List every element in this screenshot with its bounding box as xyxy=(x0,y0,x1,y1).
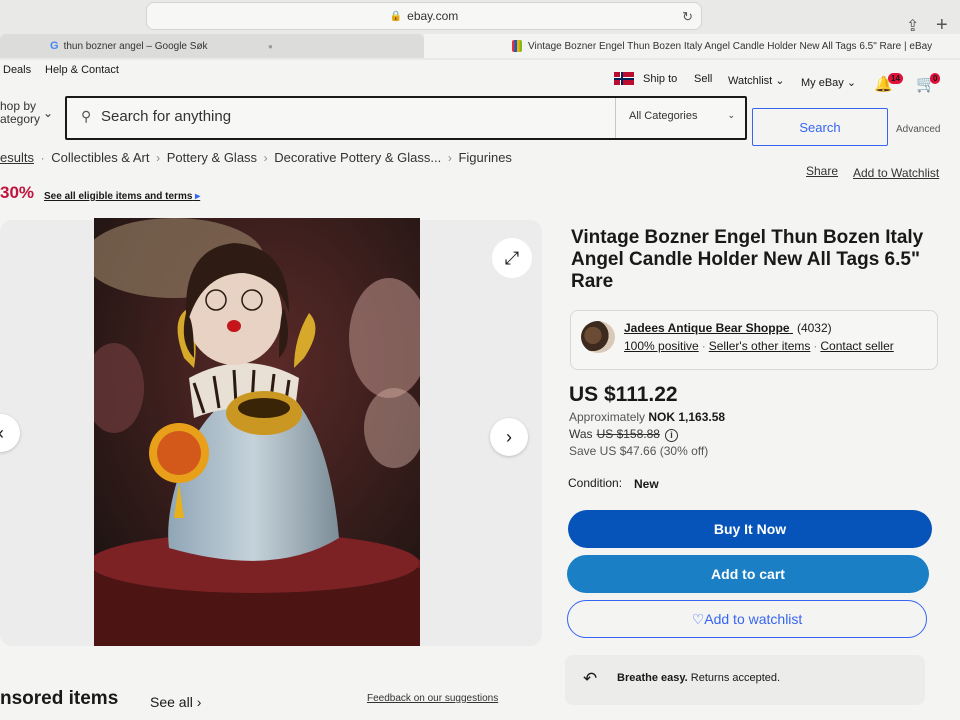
shop-by-label-2: ategory xyxy=(0,112,41,126)
ebay-favicon-icon xyxy=(512,40,522,52)
seller-name-link[interactable]: Jadees Antique Bear Shoppe xyxy=(624,321,790,335)
was-label: Was xyxy=(569,427,593,441)
google-icon: G xyxy=(50,40,59,52)
my-ebay-label: My eBay xyxy=(801,77,844,89)
tab-close-icon[interactable]: ● xyxy=(268,42,273,51)
add-to-cart-button[interactable]: Add to cart xyxy=(567,555,929,593)
tab-ebay[interactable]: Vintage Bozner Engel Thun Bozen Italy An… xyxy=(424,34,960,58)
lock-icon: 🔒 xyxy=(389,10,403,22)
contact-seller-link[interactable]: Contact seller xyxy=(820,339,893,353)
address-bar[interactable]: 🔒 ebay.com ↻ xyxy=(146,2,702,30)
seller-feedback-count: (4032) xyxy=(796,321,832,335)
breadcrumb-item[interactable]: Pottery & Glass xyxy=(167,150,257,165)
breadcrumb-separator: · xyxy=(40,151,45,165)
expand-icon: ⤢ xyxy=(504,247,520,268)
search-icon: ⚲ xyxy=(81,108,92,124)
breadcrumb-item[interactable]: Figurines xyxy=(458,150,511,165)
buy-it-now-button[interactable]: Buy It Now xyxy=(568,510,932,548)
help-contact-link[interactable]: Help & Contact xyxy=(45,64,119,76)
watchlist-menu[interactable]: Watchlist ⌄ xyxy=(728,74,785,87)
seller-positive-link[interactable]: 100% positive xyxy=(624,339,699,353)
shop-by-category[interactable]: hop by ategory xyxy=(0,100,40,126)
breadcrumb-item[interactable]: Decorative Pottery & Glass... xyxy=(274,150,441,165)
promo-percent: 30% xyxy=(0,183,35,202)
returns-detail: Returns accepted. xyxy=(690,672,781,684)
search-input[interactable]: ⚲ Search for anything All Categories ⌄ xyxy=(65,96,747,140)
chevron-right-icon: › xyxy=(506,426,512,447)
angel-figurine-image xyxy=(94,218,420,646)
returns-text: Breathe easy. Returns accepted. xyxy=(617,672,780,684)
share-link[interactable]: Share xyxy=(806,164,838,178)
chevron-left-icon: ‹ xyxy=(0,423,4,444)
url-text: ebay.com xyxy=(407,9,459,23)
separator-dot: · xyxy=(813,339,818,353)
approx-label: Approximately xyxy=(569,410,646,424)
add-to-watchlist-label: Add to watchlist xyxy=(704,611,803,627)
ship-to-link[interactable]: Ship to xyxy=(643,73,677,85)
savings-text: Save US $47.66 (30% off) xyxy=(569,444,709,458)
returns-banner: ↶ Breathe easy. Returns accepted. xyxy=(565,655,925,705)
expand-image-button[interactable]: ⤢ xyxy=(492,238,532,278)
seller-links: 100% positive · Seller's other items · Conta… xyxy=(624,339,894,353)
share-icon[interactable]: ⇪ xyxy=(906,16,919,36)
search-button[interactable]: Search xyxy=(752,108,888,146)
watchlist-label: Watchlist xyxy=(728,75,773,87)
feedback-link[interactable]: Feedback on our suggestions xyxy=(367,693,498,704)
my-ebay-menu[interactable]: My eBay ⌄ xyxy=(801,76,856,89)
sell-link[interactable]: Sell xyxy=(694,73,712,85)
sponsored-items-heading: nsored items xyxy=(0,688,119,709)
separator-dot: · xyxy=(701,339,706,353)
seller-card: Jadees Antique Bear Shoppe (4032) 100% p… xyxy=(570,310,938,370)
reload-icon[interactable]: ↻ xyxy=(682,9,693,25)
return-arrow-icon: ↶ xyxy=(583,669,598,688)
tab-label: Vintage Bozner Engel Thun Bozen Italy An… xyxy=(528,40,933,52)
notification-badge: 14 xyxy=(888,73,903,84)
breadcrumb: esults · Collectibles & Art › Pottery & … xyxy=(0,150,512,165)
heart-icon: ♡ xyxy=(691,610,705,627)
chevron-down-icon: ⌄ xyxy=(846,77,857,89)
chevron-right-icon: › xyxy=(196,694,202,710)
price: US $111.22 xyxy=(569,383,678,406)
chevron-right-icon: › xyxy=(447,151,452,165)
see-all-label: See all xyxy=(150,694,193,710)
deals-link[interactable]: Deals xyxy=(3,64,31,76)
was-price: Was US $158.88 i xyxy=(569,427,678,442)
breadcrumb-item[interactable]: esults xyxy=(0,150,34,165)
listing-title: Vintage Bozner Engel Thun Bozen Italy An… xyxy=(571,227,924,292)
approx-price: Approximately NOK 1,163.58 xyxy=(569,410,725,424)
seller-other-items-link[interactable]: Seller's other items xyxy=(709,339,811,353)
was-value: US $158.88 xyxy=(596,427,660,441)
advanced-search-link[interactable]: Advanced xyxy=(896,124,940,135)
cart-badge: 0 xyxy=(930,73,941,84)
tab-google[interactable]: G thun bozner angel – Google Søk ● xyxy=(0,34,424,58)
add-to-watchlist-button[interactable]: ♡ Add to watchlist xyxy=(567,600,927,638)
chevron-right-icon: › xyxy=(156,151,161,165)
approx-value: NOK 1,163.58 xyxy=(648,410,726,424)
chevron-down-icon: ⌄ xyxy=(727,110,735,120)
seller-name-row: Jadees Antique Bear Shoppe (4032) xyxy=(624,321,832,335)
top-nav: Deals Help & Contact Ship to Sell Watchl… xyxy=(0,60,960,94)
next-image-button[interactable]: › xyxy=(490,418,528,456)
condition-label: Condition: xyxy=(568,476,623,490)
info-icon[interactable]: i xyxy=(664,429,678,442)
see-all-link[interactable]: See all › xyxy=(150,694,201,710)
tab-label: thun bozner angel – Google Søk xyxy=(63,40,208,52)
chevron-right-icon: › xyxy=(263,151,268,165)
add-to-watchlist-link[interactable]: Add to Watchlist xyxy=(853,166,939,180)
breadcrumb-item[interactable]: Collectibles & Art xyxy=(51,150,149,165)
browser-chrome: 🔒 ebay.com ↻ ⇪ + G thun bozner angel – G… xyxy=(0,0,960,60)
promo-terms-link[interactable]: See all eligible items and terms xyxy=(44,191,200,202)
norway-flag-icon xyxy=(614,72,634,85)
chevron-down-icon: ⌄ xyxy=(775,75,785,87)
condition-value: New xyxy=(634,477,659,491)
category-label: All Categories xyxy=(629,110,698,122)
product-photo[interactable] xyxy=(94,218,420,646)
chevron-down-icon[interactable]: ⌄ xyxy=(43,106,53,120)
search-placeholder: Search for anything xyxy=(101,108,232,125)
category-select[interactable]: All Categories ⌄ xyxy=(615,98,747,138)
returns-bold: Breathe easy. xyxy=(617,672,688,684)
seller-avatar[interactable] xyxy=(581,321,615,353)
